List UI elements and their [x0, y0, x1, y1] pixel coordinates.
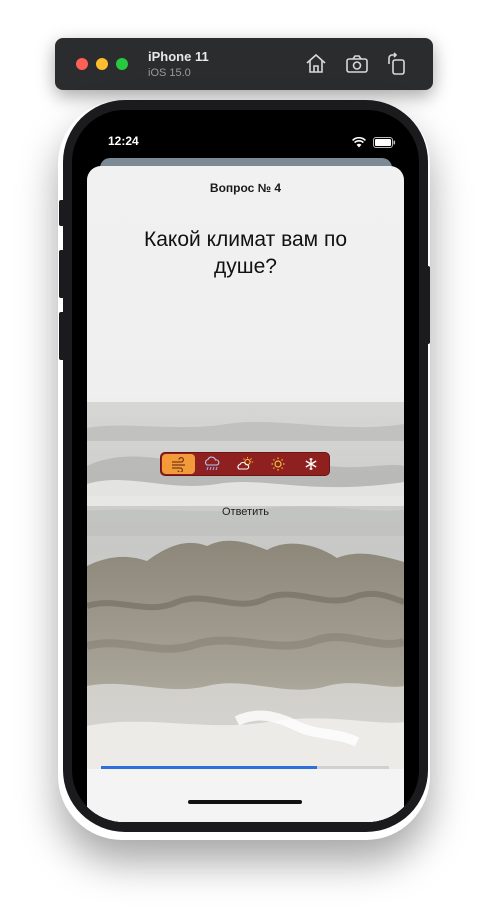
answer-button[interactable]: Ответить	[87, 506, 404, 518]
option-snow[interactable]	[295, 454, 328, 474]
close-window-button[interactable]	[76, 58, 88, 70]
option-partly-sunny[interactable]	[228, 454, 261, 474]
sun-icon	[271, 457, 285, 471]
device-name: iPhone 11	[148, 49, 209, 64]
option-wind[interactable]	[162, 454, 196, 474]
wifi-icon	[352, 135, 366, 148]
card-footer	[87, 769, 404, 822]
home-indicator	[188, 800, 302, 804]
quiz-card: Вопрос № 4 Какой климат вам по душе? Отв…	[87, 166, 404, 822]
device-screen: 12:24 Вопрос № 4 Какой климат вам по душ…	[72, 110, 419, 822]
climate-segmented-control	[160, 452, 330, 476]
battery-icon	[373, 135, 396, 148]
rotate-icon[interactable]	[385, 52, 409, 76]
progress-bar	[101, 766, 389, 769]
home-icon[interactable]	[304, 52, 328, 76]
rain-cloud-icon	[204, 456, 220, 471]
status-time: 12:24	[108, 134, 139, 148]
partly-sunny-icon	[237, 457, 253, 470]
option-rain[interactable]	[195, 454, 228, 474]
screenshot-icon[interactable]	[345, 52, 369, 76]
question-number: Вопрос № 4	[209, 181, 282, 195]
wind-icon	[171, 456, 185, 472]
zoom-window-button[interactable]	[116, 58, 128, 70]
os-version: iOS 15.0	[148, 67, 191, 79]
progress-fill	[101, 766, 317, 769]
question-text: Какой климат вам по душе?	[143, 228, 348, 278]
option-sun[interactable]	[262, 454, 295, 474]
snowflake-icon	[305, 458, 317, 470]
minimize-window-button[interactable]	[96, 58, 108, 70]
simulator-toolbar: iPhone 11 iOS 15.0	[55, 38, 433, 90]
